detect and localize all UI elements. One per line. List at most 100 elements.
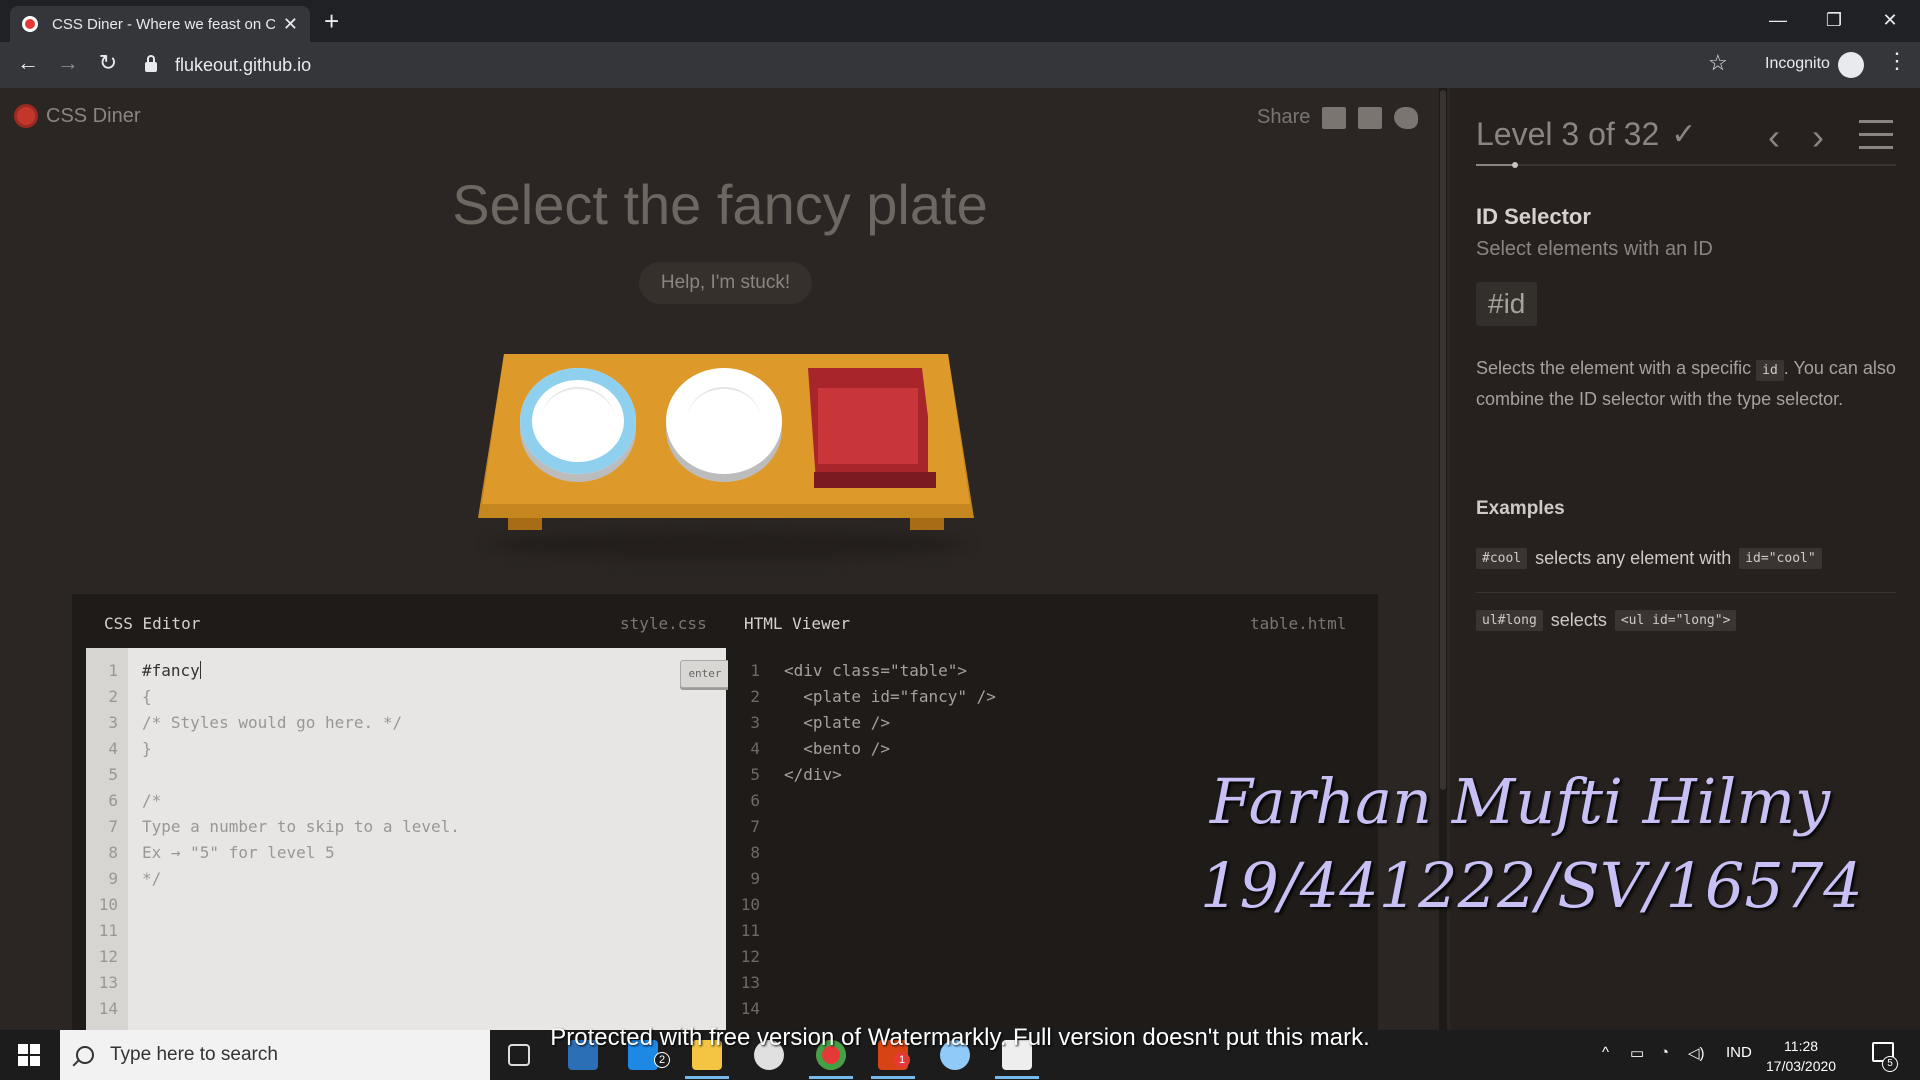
url-text: flukeout.github.io (175, 54, 312, 75)
line-number: 1 (750, 661, 760, 680)
divider (1476, 592, 1896, 593)
address-bar[interactable]: flukeout.github.io (145, 50, 1715, 80)
menu-dots-icon[interactable]: ⋮ (1886, 48, 1908, 74)
selector-name: ID Selector (1476, 204, 1591, 229)
share-label: Share (1257, 106, 1311, 128)
line-number: 11 (98, 921, 118, 940)
css-input-value: #fancy (142, 661, 200, 680)
fancy-plate[interactable] (520, 368, 636, 474)
browser-tab[interactable]: CSS Diner - Where we feast on C ✕ (10, 6, 310, 42)
line-number: 11 (740, 921, 760, 940)
stamp-name: Farhan Mufti Hilmy (1209, 765, 1831, 838)
line-number: 13 (98, 973, 118, 992)
example-code: <ul id="long"> (1614, 610, 1737, 631)
css-line: } (142, 739, 152, 758)
name-stamp: Farhan Mufti Hilmy 19/441222/SV/16574 (1200, 760, 1863, 928)
css-editor[interactable]: 1 2 3 4 5 6 7 8 9 10 11 12 13 14 #fancy … (86, 648, 730, 1030)
reload-icon[interactable]: ↻ (92, 50, 124, 76)
enter-button[interactable]: enter (680, 660, 730, 688)
html-viewer-title: HTML Viewer (744, 614, 850, 633)
line-number: 6 (750, 791, 760, 810)
table-scene (478, 354, 974, 564)
html-line[interactable]: <bento /> (784, 736, 890, 762)
active-indicator (995, 1076, 1039, 1079)
stamp-id: 19/441222/SV/16574 (1200, 849, 1863, 922)
example-row: ul#long selects <ul id="long"> (1476, 610, 1737, 631)
line-number: 10 (740, 895, 760, 914)
browser-tabbar: CSS Diner - Where we feast on C ✕ + — ❐ … (0, 0, 1920, 42)
desc-text: Selects the element with a specific (1476, 358, 1757, 378)
selector-description: Selects the element with a specific id. … (1476, 354, 1896, 414)
restore-icon[interactable]: ❐ (1806, 0, 1862, 40)
editor-panel: CSS Editor style.css HTML Viewer table.h… (72, 594, 1378, 1030)
bento-front (814, 472, 936, 488)
page-title: Select the fancy plate (452, 173, 988, 236)
line-number: 12 (98, 947, 118, 966)
bento-inner (818, 388, 918, 464)
html-line[interactable]: <plate /> (784, 710, 890, 736)
new-tab-icon[interactable]: + (324, 6, 339, 36)
app-badge: 1 (894, 1052, 910, 1068)
level-text: Level 3 of 32 (1476, 116, 1660, 152)
level-menu-icon[interactable] (1859, 120, 1893, 159)
close-window-icon[interactable]: ✕ (1862, 0, 1918, 40)
line-number: 7 (108, 817, 118, 836)
line-number: 2 (108, 687, 118, 706)
css-editor-title: CSS Editor (104, 614, 201, 633)
line-number: 12 (740, 947, 760, 966)
css-line: Type a number to skip to a level. (142, 817, 460, 836)
line-number: 4 (108, 739, 118, 758)
line-number: 6 (108, 791, 118, 810)
html-line[interactable]: <div class="table"> (784, 658, 967, 684)
back-icon[interactable]: ← (12, 50, 44, 76)
css-input[interactable]: #fancy (142, 658, 201, 684)
css-filename: style.css (620, 614, 707, 633)
active-indicator (871, 1076, 915, 1079)
table-leg (508, 518, 542, 530)
active-indicator (809, 1076, 853, 1079)
minimize-icon[interactable]: — (1750, 0, 1806, 40)
line-number: 5 (108, 765, 118, 784)
line-number: 8 (108, 843, 118, 862)
email-icon[interactable] (1322, 106, 1347, 129)
example-code: #cool (1476, 548, 1528, 569)
line-number: 1 (108, 661, 118, 680)
table-leg (910, 518, 944, 530)
help-button[interactable]: Help, I'm stuck! (639, 262, 812, 304)
prev-level-icon[interactable]: ‹ (1768, 116, 1780, 158)
css-line: /* (142, 791, 162, 810)
plate[interactable] (666, 368, 782, 474)
facebook-icon[interactable] (1358, 106, 1383, 129)
incognito-label: Incognito (1765, 55, 1830, 72)
twitter-icon[interactable] (1394, 106, 1419, 129)
html-gutter: 1 2 3 4 5 6 7 8 9 10 11 12 13 14 (728, 648, 770, 1030)
css-gutter: 1 2 3 4 5 6 7 8 9 10 11 12 13 14 (86, 648, 128, 1030)
selector-syntax: #id (1476, 282, 1538, 326)
next-level-icon[interactable]: › (1812, 116, 1824, 158)
logo[interactable]: CSS Diner (14, 104, 140, 128)
favicon-icon (22, 16, 38, 32)
bookmark-star-icon[interactable]: ☆ (1708, 50, 1728, 76)
level-progress-knob (1512, 162, 1519, 168)
active-indicator (685, 1076, 729, 1079)
selector-subtitle: Select elements with an ID (1476, 238, 1713, 260)
level-progress-fill (1476, 164, 1516, 166)
forward-icon[interactable]: → (52, 50, 84, 76)
scrollbar[interactable] (1440, 90, 1446, 790)
close-tab-icon[interactable]: ✕ (283, 14, 298, 35)
notification-count: 5 (1882, 1056, 1898, 1072)
html-line[interactable]: <plate id="fancy" /> (784, 684, 996, 710)
mail-badge: 2 (654, 1052, 670, 1068)
line-number: 14 (98, 999, 118, 1018)
line-number: 7 (750, 817, 760, 836)
line-number: 4 (750, 739, 760, 758)
line-number: 3 (750, 713, 760, 732)
table-shadow (488, 530, 968, 560)
share-bar: Share (1257, 106, 1419, 129)
html-filename: table.html (1250, 614, 1347, 633)
html-line[interactable]: </div> (784, 762, 842, 788)
example-code: id="cool" (1739, 548, 1822, 569)
incognito-icon[interactable] (1838, 52, 1864, 78)
line-number: 8 (750, 843, 760, 862)
css-line: { (142, 687, 152, 706)
